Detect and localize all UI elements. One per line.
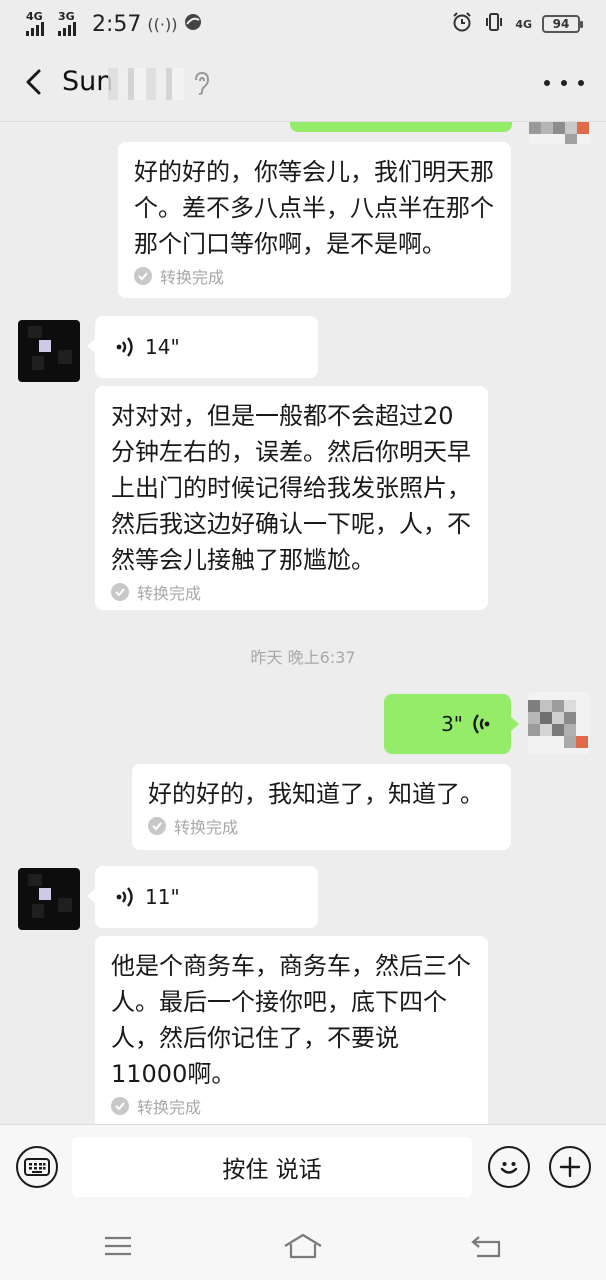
- status-right: 4G 94: [451, 11, 583, 37]
- transcript-text: 好的好的，我知道了，知道了。: [148, 780, 484, 808]
- alarm-icon: [451, 11, 473, 37]
- transcript-text: 他是个商务车，商务车，然后三个人。最后一个接你吧，底下四个人，然后你记住了，不要…: [111, 952, 471, 1088]
- nav-back-button[interactable]: [466, 1228, 506, 1264]
- voice-wave-icon: [473, 714, 490, 734]
- status-time: 2:57: [92, 11, 142, 37]
- transcript-status: 转换完成: [111, 1094, 472, 1118]
- status-left: 4G 3G 2:57 ((·)): [26, 10, 203, 38]
- battery-icon: 94: [542, 15, 583, 33]
- ear-icon: [195, 71, 210, 95]
- message-list[interactable]: 好的好的，你等会儿，我们明天那个。差不多八点半，八点半在那个那个门口等你啊，是不…: [0, 122, 606, 1124]
- voice-duration: 14": [145, 335, 180, 359]
- signal-3g-icon: 3G: [58, 10, 84, 36]
- voice-message-bubble[interactable]: 11": [87, 866, 318, 928]
- more-dot-icon: [561, 80, 567, 86]
- more-dot-icon: [544, 80, 550, 86]
- chat-title: Sun: [62, 66, 114, 97]
- system-nav-bar: [0, 1214, 606, 1280]
- self-avatar-partial[interactable]: [529, 122, 591, 144]
- transcript-bubble[interactable]: 他是个商务车，商务车，然后三个人。最后一个接你吧，底下四个人，然后你记住了，不要…: [95, 936, 488, 1124]
- title-redacted-region: [108, 68, 184, 100]
- chat-screen: 4G 3G 2:57 ((·)) 4G 94 Sun 好的好的，你等会儿，我们明…: [0, 0, 606, 1280]
- transcript-status: 转换完成: [148, 814, 495, 838]
- transcript-status: 转换完成: [134, 264, 495, 288]
- check-circle-icon: [148, 817, 166, 835]
- voice-duration: 11": [145, 885, 180, 909]
- app-notification-icon: [183, 12, 203, 36]
- signal-4g-icon: 4G: [26, 10, 52, 36]
- transcript-status-label: 转换完成: [174, 818, 239, 837]
- back-arrow-icon: [471, 1236, 501, 1258]
- more-dot-icon: [578, 80, 584, 86]
- check-circle-icon: [111, 583, 129, 601]
- transcript-status-label: 转换完成: [137, 1098, 202, 1117]
- signal-right-4g-label: 4G: [515, 17, 532, 31]
- transcript-bubble[interactable]: 对对对，但是一般都不会超过20分钟左右的，误差。然后你明天早上出门的时候记得给我…: [95, 386, 488, 610]
- chat-header: Sun: [0, 46, 606, 122]
- chevron-left-icon: [26, 69, 41, 95]
- voice-wave-icon: [116, 887, 133, 907]
- message-timestamp: 昨天 晚上6:37: [250, 648, 356, 667]
- hold-to-talk-button[interactable]: 按住 说话: [72, 1137, 472, 1197]
- nav-home-button[interactable]: [283, 1228, 323, 1264]
- self-avatar[interactable]: [528, 692, 590, 754]
- home-icon: [284, 1233, 322, 1259]
- menu-icon: [105, 1236, 131, 1256]
- back-button[interactable]: [14, 62, 54, 102]
- voice-wave-icon: [116, 337, 133, 357]
- keyboard-icon: [24, 1158, 50, 1176]
- voice-bubble-partial[interactable]: [290, 122, 512, 132]
- more-options-button[interactable]: [544, 68, 584, 98]
- contact-avatar[interactable]: [18, 320, 80, 382]
- voice-message-bubble[interactable]: 14": [87, 316, 318, 378]
- transcript-bubble[interactable]: 好的好的，我知道了，知道了。 转换完成: [132, 764, 511, 850]
- voice-message-bubble[interactable]: 3": [384, 694, 519, 754]
- contact-avatar[interactable]: [18, 868, 80, 930]
- vibrate-icon: [483, 11, 505, 37]
- status-bar: 4G 3G 2:57 ((·)) 4G 94: [0, 0, 606, 46]
- transcript-bubble[interactable]: 好的好的，你等会儿，我们明天那个。差不多八点半，八点半在那个那个门口等你啊，是不…: [118, 142, 511, 298]
- transcript-status-label: 转换完成: [137, 584, 202, 603]
- emoji-button[interactable]: [488, 1146, 530, 1188]
- input-bar: 按住 说话: [0, 1124, 606, 1214]
- emoji-icon: [500, 1162, 518, 1174]
- voice-duration: 3": [441, 712, 463, 736]
- transcript-status-label: 转换完成: [160, 268, 225, 287]
- battery-level: 94: [552, 17, 570, 31]
- hotspot-icon: ((·)): [147, 14, 178, 34]
- transcript-text: 对对对，但是一般都不会超过20分钟左右的，误差。然后你明天早上出门的时候记得给我…: [111, 402, 471, 574]
- keyboard-toggle-button[interactable]: [16, 1146, 58, 1188]
- transcript-text: 好的好的，你等会儿，我们明天那个。差不多八点半，八点半在那个那个门口等你啊，是不…: [134, 158, 494, 258]
- more-functions-button[interactable]: [549, 1146, 591, 1188]
- plus-icon: [559, 1156, 581, 1178]
- nav-menu-button[interactable]: [98, 1228, 138, 1264]
- check-circle-icon: [111, 1097, 129, 1115]
- transcript-status: 转换完成: [111, 580, 472, 604]
- check-circle-icon: [134, 267, 152, 285]
